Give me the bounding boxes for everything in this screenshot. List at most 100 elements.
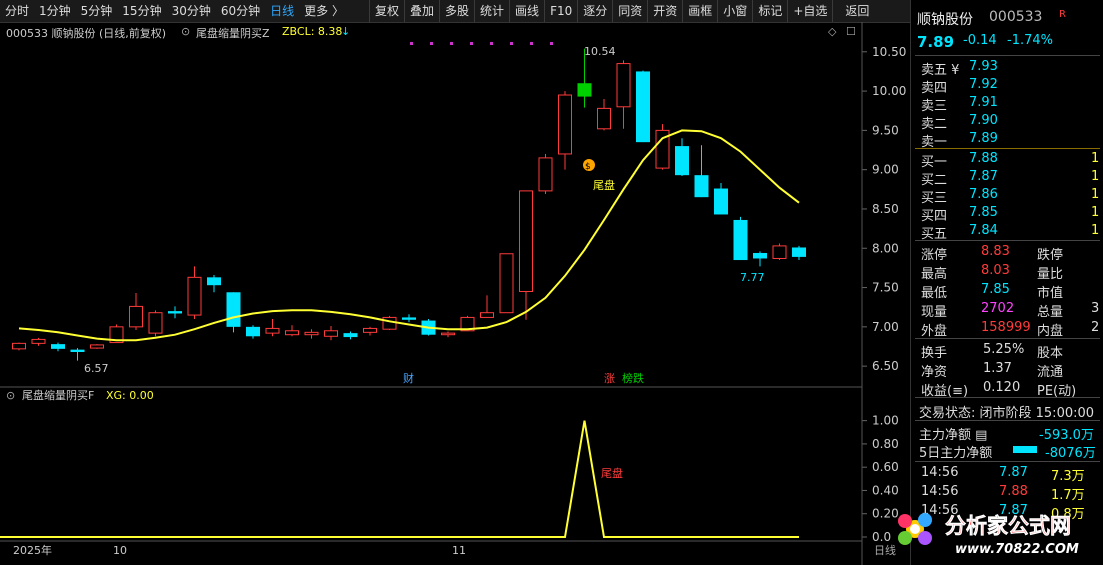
candle	[597, 98, 611, 131]
overlay-button[interactable]: 叠加	[404, 0, 439, 22]
candle	[636, 70, 650, 143]
bid-price: 7.84	[969, 223, 998, 238]
stat-label: 最高	[921, 267, 948, 282]
quote-row: 买二 7.87 1	[911, 168, 1103, 188]
stat-value: 158999	[981, 320, 1031, 335]
more-button[interactable]: 更多 〉	[299, 0, 349, 22]
trade-status: 交易状态: 闭市阶段 15:00:00	[919, 406, 1095, 421]
quote-row: 买五 7.84 1	[911, 222, 1103, 242]
bid-vol: 1	[1091, 205, 1100, 220]
fuquan-button[interactable]: 复权	[368, 0, 404, 22]
candle	[70, 348, 85, 361]
candle	[363, 326, 377, 336]
candle	[538, 153, 553, 195]
quote-row: 最高 8.03 量比	[911, 262, 1103, 282]
zhufen-button[interactable]: 逐分	[577, 0, 612, 22]
multi-stock-button[interactable]: 多股	[439, 0, 474, 22]
draw-line-button[interactable]: 画线	[509, 0, 544, 22]
high-label: 10.54	[584, 45, 616, 58]
svg-text:$: $	[585, 162, 591, 172]
bid-vol: 1	[1091, 151, 1100, 166]
watermark-url: www.70822.COM	[955, 542, 1079, 557]
bid-price: 7.88	[969, 151, 998, 166]
stat-value: 0.120	[983, 380, 1021, 395]
candle	[655, 124, 670, 170]
f10-button[interactable]: F10	[544, 0, 577, 22]
tag-zhang: 涨	[604, 372, 615, 385]
y-tick-label: 10.50	[872, 45, 906, 59]
site-watermark-logo: 分析家公式网 www.70822.COM	[898, 513, 1079, 557]
sub-signal-line	[0, 420, 799, 538]
signal-label-sub: 尾盘	[601, 466, 623, 480]
kline-chart[interactable]: 10.50 10.00 9.50 9.00 8.50 8.00 7.50 7.00 6.50 1…	[0, 22, 910, 565]
quote-row: 14:56 7.88 1.7万	[911, 483, 1103, 503]
quote-row: 现量 2702 总量 3	[911, 300, 1103, 320]
tab-5min[interactable]: 5分钟	[76, 0, 118, 22]
tongzi-button[interactable]: 同资	[612, 0, 647, 22]
tab-1min[interactable]: 1分钟	[34, 0, 76, 22]
stat-label: 量比	[1037, 267, 1064, 282]
back-button[interactable]: 返回	[832, 0, 874, 22]
candle	[772, 243, 787, 261]
tab-60min[interactable]: 60分钟	[216, 0, 265, 22]
y-tick-label: 9.50	[872, 123, 899, 137]
stat-label: 最低	[921, 286, 948, 301]
stat-label: 换手	[921, 346, 948, 361]
stat-value: 1.37	[983, 361, 1012, 376]
tab-30min[interactable]: 30分钟	[167, 0, 216, 22]
candle	[694, 145, 709, 198]
sub-dropdown-icon: ⊙	[6, 389, 15, 402]
candle	[480, 295, 494, 318]
stat-value: 8.03	[981, 263, 1010, 278]
stat-value: 8.83	[981, 244, 1010, 259]
candle	[12, 342, 26, 351]
quote-row: 卖四 7.92	[911, 76, 1103, 96]
quote-row: 涨停 8.83 跌停	[911, 243, 1103, 263]
candle	[207, 274, 221, 293]
candle	[519, 190, 533, 320]
stat-label: 市值	[1037, 286, 1064, 301]
tick-time: 14:56	[921, 484, 959, 499]
sub-tick-label: 1.00	[872, 414, 899, 428]
candle	[31, 337, 46, 346]
tick-volume: 1.7万	[1051, 488, 1085, 503]
candle	[246, 325, 260, 339]
candle	[733, 216, 748, 261]
stat-label: 跌停	[1037, 248, 1064, 263]
sub-tick-label: 0.60	[872, 460, 899, 474]
tab-15min[interactable]: 15分钟	[117, 0, 166, 22]
stat-label: 流通	[1037, 365, 1064, 380]
bid-price: 7.86	[969, 187, 998, 202]
ask-price: 7.92	[969, 77, 998, 92]
stats-button[interactable]: 统计	[474, 0, 509, 22]
bid-vol: 1	[1091, 169, 1100, 184]
add-watchlist-button[interactable]: +自选	[787, 0, 832, 22]
tab-fenshi[interactable]: 分时	[0, 0, 34, 22]
sub-indicator-name: 尾盘缩量阴买F	[22, 388, 94, 402]
stat-label: 股本	[1037, 346, 1064, 361]
signal-dot	[490, 42, 493, 45]
candle	[265, 318, 280, 337]
signal-dot	[410, 42, 413, 45]
y-tick-label: 7.00	[872, 320, 899, 334]
x-label-year: 2025年	[13, 543, 52, 557]
small-window-button[interactable]: 小窗	[717, 0, 752, 22]
money-bag-icon: $	[583, 159, 595, 172]
signal-dot	[530, 42, 533, 45]
candle	[285, 325, 299, 337]
ask-price: 7.89	[969, 131, 998, 146]
quote-row: 卖三 7.91	[911, 94, 1103, 114]
candle	[187, 266, 202, 319]
draw-box-button[interactable]: 画框	[682, 0, 717, 22]
mark-button[interactable]: 标记	[752, 0, 787, 22]
candle	[90, 344, 104, 349]
quote-row: 外盘 158999 内盘 2	[911, 319, 1103, 339]
quote-panel: 顺钠股份 000533 R 7.89 -0.14 -1.74% 卖五 ¥7.93…	[910, 0, 1103, 565]
r-badge: R	[1059, 9, 1066, 20]
kaizi-button[interactable]: 开资	[647, 0, 682, 22]
five-day-net-bar	[1013, 446, 1037, 453]
quote-row: 收益(≡) 0.120 PE(动)	[911, 379, 1103, 399]
signal-dot	[550, 42, 553, 45]
stock-name: 顺钠股份	[917, 12, 973, 28]
tab-daily[interactable]: 日线	[265, 0, 299, 22]
